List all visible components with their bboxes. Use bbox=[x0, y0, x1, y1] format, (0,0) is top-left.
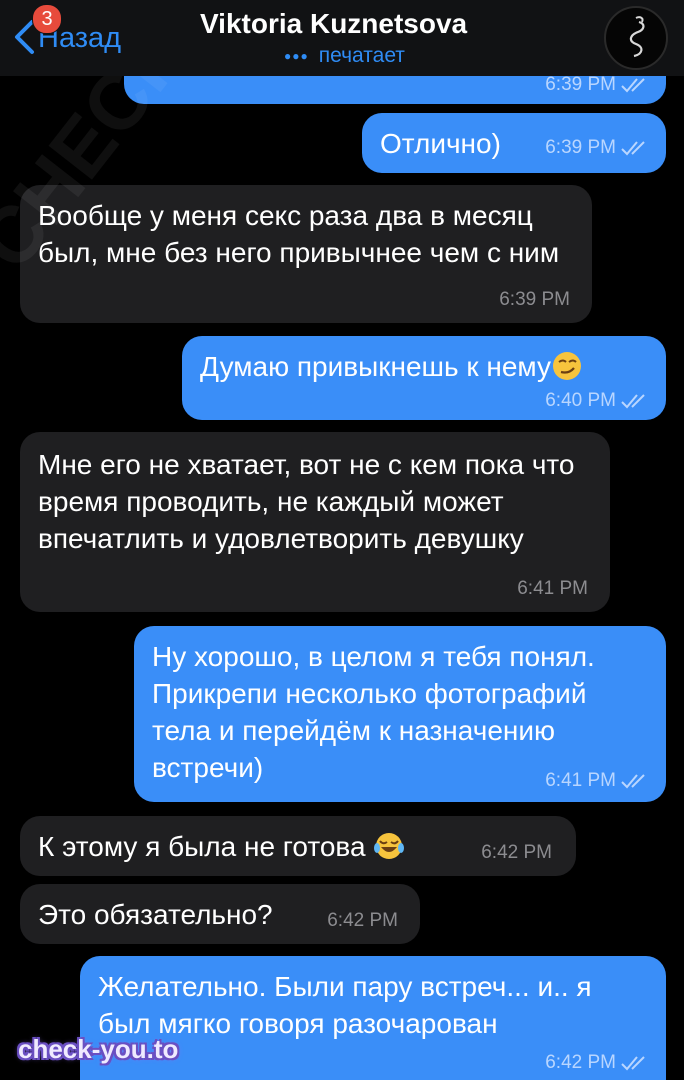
message-time: 6:42 PM bbox=[481, 842, 552, 863]
status-text: печатает bbox=[318, 44, 405, 67]
message-meta: 6:39 PM bbox=[499, 289, 570, 311]
message-meta: 6:41 PM bbox=[545, 770, 650, 792]
message-bubble-incoming[interactable]: К этому я была не готова 6:42 PM bbox=[20, 816, 576, 876]
contact-name[interactable]: Viktoria Kuznetsova bbox=[200, 8, 467, 40]
message-time: 6:41 PM bbox=[545, 770, 616, 791]
typing-status: ●●● печатает bbox=[284, 44, 405, 68]
message-meta: 6:39 PM bbox=[545, 137, 650, 159]
avatar[interactable] bbox=[604, 6, 668, 70]
message-time: 6:41 PM bbox=[517, 578, 588, 599]
message-time: 6:40 PM bbox=[545, 390, 616, 411]
message-text-body: К этому я была не готова bbox=[38, 831, 366, 862]
message-time: 6:39 PM bbox=[499, 289, 570, 310]
message-text: Вообще у меня секс раза два в месяц был,… bbox=[38, 200, 560, 268]
message-bubble-outgoing[interactable]: Отлично) 6:39 PM bbox=[362, 113, 666, 173]
message-text: Желательно. Были пару встреч... и.. я бы… bbox=[98, 971, 592, 1039]
avatar-snake-icon bbox=[629, 16, 645, 58]
message-text-body: Думаю привыкнешь к нему bbox=[200, 351, 551, 382]
chat-header: Назад 3 Viktoria Kuznetsova ●●● печатает bbox=[0, 0, 684, 76]
message-time: 6:39 PM bbox=[545, 74, 616, 95]
message-meta: 6:42 PM bbox=[545, 1052, 650, 1074]
message-bubble-outgoing[interactable]: Ну хорошо, в целом я тебя понял. Прикреп… bbox=[134, 626, 666, 802]
back-button[interactable]: Назад 3 bbox=[12, 4, 121, 56]
message-text: Мне его не хватает, вот не с кем пока чт… bbox=[38, 449, 575, 554]
double-check-icon bbox=[621, 141, 645, 156]
unread-badge: 3 bbox=[32, 4, 62, 34]
smirking-face-icon bbox=[552, 352, 581, 380]
message-meta: 6:40 PM bbox=[545, 390, 650, 412]
double-check-icon bbox=[621, 774, 645, 789]
tears-of-joy-icon bbox=[374, 833, 405, 859]
message-text: Думаю привыкнешь к нему bbox=[200, 348, 666, 385]
double-check-icon bbox=[621, 78, 645, 93]
message-bubble-incoming[interactable]: Мне его не хватает, вот не с кем пока чт… bbox=[20, 432, 610, 612]
message-meta: 6:42 PM bbox=[481, 842, 552, 864]
message-time: 6:42 PM bbox=[545, 1052, 616, 1073]
message-time: 6:39 PM bbox=[545, 137, 616, 158]
watermark: check-you.to bbox=[18, 1034, 179, 1064]
double-check-icon bbox=[621, 394, 645, 409]
message-meta: 6:41 PM bbox=[517, 578, 588, 600]
message-time: 6:42 PM bbox=[327, 910, 398, 931]
message-meta: 6:39 PM bbox=[545, 74, 650, 96]
double-check-icon bbox=[621, 1056, 645, 1071]
message-bubble-incoming[interactable]: Вообще у меня секс раза два в месяц был,… bbox=[20, 185, 592, 323]
typing-dots-icon: ●●● bbox=[284, 49, 309, 63]
message-text: Ну хорошо, в целом я тебя понял. Прикреп… bbox=[152, 641, 595, 783]
message-bubble-incoming[interactable]: Это обязательно? 6:42 PM bbox=[20, 884, 420, 944]
message-bubble-outgoing[interactable]: Думаю привыкнешь к нему 6:40 PM bbox=[182, 336, 666, 420]
message-meta: 6:42 PM bbox=[327, 910, 398, 932]
